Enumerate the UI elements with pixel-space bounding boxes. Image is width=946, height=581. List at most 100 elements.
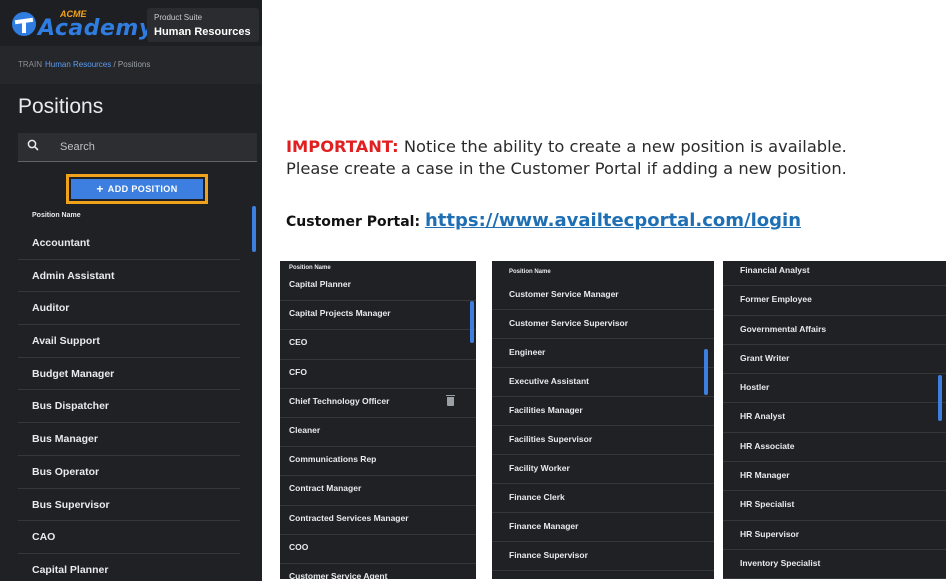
search-placeholder: Search <box>60 141 95 153</box>
add-position-button[interactable]: + ADD POSITION <box>71 179 203 199</box>
list-item[interactable]: Former Employee <box>723 286 946 316</box>
position-name: COO <box>289 541 309 552</box>
customer-portal-line: Customer Portal: https://www.availtecpor… <box>286 210 801 231</box>
panel-3-scrollbar[interactable] <box>938 375 942 421</box>
list-item[interactable]: COO <box>280 535 476 564</box>
panel-2-column-header[interactable]: Position Name <box>509 269 551 275</box>
position-name-column-header[interactable]: Position Name <box>32 212 81 219</box>
acme-academy-logo[interactable]: ACME Academy <box>8 6 153 41</box>
list-item[interactable]: HR Supervisor <box>723 521 946 550</box>
list-item[interactable]: HR Analyst <box>723 403 946 433</box>
notice-line-1: Notice the ability to create a new posit… <box>398 137 847 156</box>
list-item[interactable]: Executive Assistant <box>492 368 714 397</box>
panel-1-column-header[interactable]: Position Name <box>289 265 331 271</box>
list-item[interactable]: CAO <box>18 521 240 554</box>
position-name: Customer Service Agent <box>289 570 388 579</box>
hr-app-window: ACME Academy Product Suite Human Resourc… <box>0 0 262 581</box>
panel-2-list: Customer Service Manager Customer Service… <box>492 281 714 571</box>
list-item[interactable]: Bus Manager <box>18 423 240 456</box>
customer-portal-label: Customer Portal <box>286 214 415 230</box>
list-item[interactable]: Bus Operator <box>18 456 240 489</box>
position-name: HR Supervisor <box>740 528 800 539</box>
position-name: Governmental Affairs <box>740 323 827 334</box>
position-name: Contracted Services Manager <box>289 512 409 523</box>
position-name: Customer Service Supervisor <box>509 318 629 328</box>
list-item[interactable]: Bus Dispatcher <box>18 390 240 424</box>
list-item[interactable]: HR Specialist <box>723 491 946 521</box>
position-name: Facilities Supervisor <box>509 434 593 444</box>
position-name: Contract Manager <box>289 483 362 494</box>
list-item[interactable]: Bus Supervisor <box>18 489 240 522</box>
list-item[interactable]: Facilities Manager <box>492 397 714 426</box>
logo-academy-text: Academy <box>38 16 154 41</box>
position-name: Auditor <box>32 302 70 315</box>
panel-1-list: Capital Planner Capital Projects Manager C… <box>280 272 476 579</box>
environment-tag: TRAIN <box>18 60 42 69</box>
list-item[interactable]: Engineer <box>492 339 714 368</box>
list-item[interactable]: Customer Service Manager <box>492 281 714 310</box>
list-item[interactable]: CEO <box>280 330 476 360</box>
list-item[interactable]: Accountant <box>18 227 240 260</box>
list-scrollbar[interactable] <box>252 206 256 252</box>
position-name: Facilities Manager <box>509 405 583 415</box>
search-input[interactable]: Search <box>18 133 257 162</box>
list-item[interactable]: Capital Planner <box>18 554 240 581</box>
trash-icon[interactable] <box>446 394 455 406</box>
list-item[interactable]: Contracted Services Manager <box>280 506 476 535</box>
list-item[interactable]: Contract Manager <box>280 476 476 506</box>
panel-3-list: Financial Analyst Former Employee Governme… <box>723 261 946 579</box>
list-item[interactable]: Finance Manager <box>492 513 714 542</box>
position-name: Communications Rep <box>289 454 377 465</box>
important-notice: IMPORTANT: Notice the ability to create … <box>286 136 936 180</box>
list-item[interactable]: Cleaner <box>280 418 476 448</box>
list-item[interactable]: HR Associate <box>723 433 946 463</box>
list-item[interactable]: Inventory Specialist <box>723 550 946 579</box>
position-name: Budget Manager <box>32 367 115 380</box>
list-item[interactable]: Customer Service Agent <box>280 564 476 579</box>
position-name: Engineer <box>509 347 546 357</box>
breadcrumb-link-human-resources[interactable]: Human Resources <box>45 60 111 69</box>
top-bar: ACME Academy Product Suite Human Resourc… <box>0 0 262 46</box>
list-item[interactable]: Hostler <box>723 374 946 404</box>
logo-emblem-icon <box>12 12 36 36</box>
list-item[interactable]: Grant Writer <box>723 345 946 375</box>
product-suite-selector[interactable]: Product Suite Human Resources <box>147 8 259 42</box>
breadcrumb: TRAIN Human Resources / Positions <box>18 60 150 69</box>
panel-2-scrollbar[interactable] <box>704 349 708 395</box>
list-item[interactable]: Capital Planner <box>280 272 476 302</box>
customer-portal-colon: : <box>414 214 425 230</box>
position-name: Capital Projects Manager <box>289 308 391 319</box>
position-name: Finance Clerk <box>509 492 565 502</box>
position-name: Bus Operator <box>32 465 100 478</box>
product-suite-label: Product Suite <box>154 13 203 22</box>
position-name: Chief Technology Officer <box>289 395 390 406</box>
add-position-label: ADD POSITION <box>107 184 178 194</box>
breadcrumb-separator: / <box>111 60 118 69</box>
list-item[interactable]: Avail Support <box>18 325 240 358</box>
position-name: Capital Planner <box>32 563 109 576</box>
list-item[interactable]: Budget Manager <box>18 358 240 391</box>
list-item[interactable]: Facilities Supervisor <box>492 426 714 455</box>
list-item[interactable]: Auditor <box>18 292 240 326</box>
list-item[interactable]: Facility Worker <box>492 455 714 484</box>
position-name: Finance Supervisor <box>509 550 588 560</box>
position-name: Facility Worker <box>509 463 570 473</box>
product-suite-value: Human Resources <box>154 26 251 38</box>
list-item[interactable]: Financial Analyst <box>723 261 946 287</box>
list-item[interactable]: CFO <box>280 360 476 389</box>
position-name: Avail Support <box>32 335 100 348</box>
list-item[interactable]: Admin Assistant <box>18 260 240 293</box>
list-item[interactable]: Communications Rep <box>280 447 476 477</box>
position-name: Cleaner <box>289 424 321 435</box>
list-item[interactable]: HR Manager <box>723 462 946 492</box>
panel-1-scrollbar[interactable] <box>470 301 474 343</box>
list-item[interactable]: Finance Supervisor <box>492 542 714 571</box>
add-position-highlight: + ADD POSITION <box>66 174 208 204</box>
list-item[interactable]: Capital Projects Manager <box>280 301 476 331</box>
customer-portal-link[interactable]: https://www.availtecportal.com/login <box>425 210 801 231</box>
list-item[interactable]: Customer Service Supervisor <box>492 310 714 339</box>
position-name: CAO <box>32 531 56 544</box>
list-item[interactable]: Finance Clerk <box>492 484 714 513</box>
list-item[interactable]: Governmental Affairs <box>723 316 946 345</box>
list-item[interactable]: Chief Technology Officer <box>280 389 476 418</box>
